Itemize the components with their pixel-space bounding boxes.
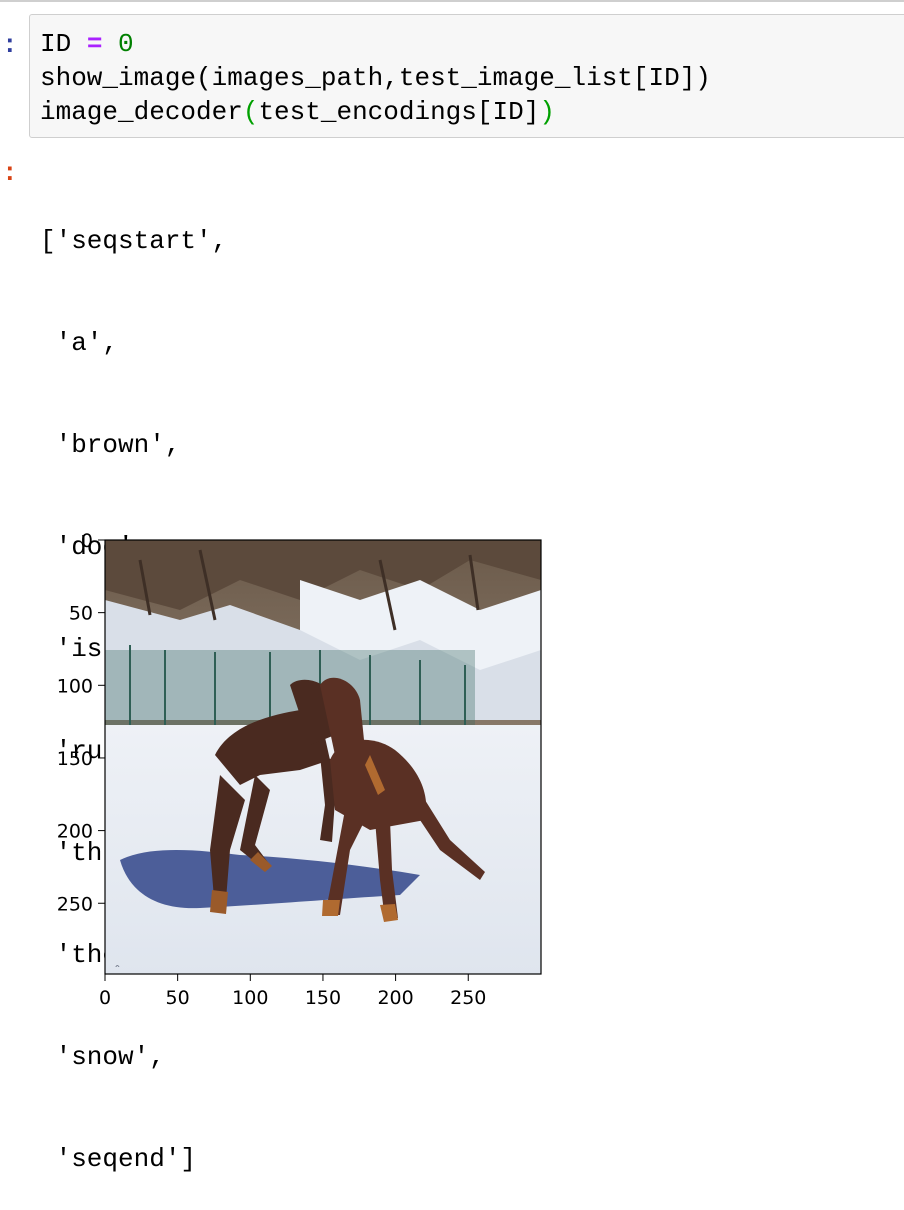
x-tick-label: 50 [166, 987, 190, 1009]
y-tick-label: 150 [57, 748, 93, 770]
x-tick-label: 200 [377, 987, 413, 1009]
y-tick-label: 50 [69, 603, 93, 625]
notebook-top-border [0, 0, 904, 2]
x-axis: 0 50 100 150 200 250 [99, 974, 486, 1009]
y-tick-label: 250 [57, 893, 93, 915]
code-line-3: image_decoder(test_encodings[ID]) [40, 97, 555, 127]
plot-image: ꞈ [105, 540, 541, 974]
code-editor[interactable]: ID = 0 show_image(images_path,test_image… [40, 27, 711, 129]
y-tick-label: 100 [57, 675, 93, 697]
x-tick-label: 150 [305, 987, 341, 1009]
code-line-2: show_image(images_path,test_image_list[I… [40, 63, 711, 93]
output-prompt: : [2, 158, 18, 188]
x-tick-label: 100 [232, 987, 268, 1009]
svg-text:ꞈ: ꞈ [115, 952, 120, 968]
input-prompt: : [2, 30, 18, 60]
output-line: ['seqstart', [40, 226, 228, 256]
matplotlib-figure: ꞈ 0 50 100 150 200 250 0 50 100 150 200 250 [57, 530, 542, 1009]
y-tick-label: 200 [57, 821, 93, 843]
x-tick-label: 250 [450, 987, 486, 1009]
y-tick-label: 0 [81, 530, 93, 552]
output-line: 'brown', [40, 430, 181, 460]
output-line: 'seqend'] [40, 1144, 197, 1174]
code-input-cell[interactable]: ID = 0 show_image(images_path,test_image… [29, 14, 904, 138]
code-line-1: ID = 0 [40, 29, 134, 59]
output-line: 'snow', [40, 1042, 165, 1072]
x-tick-label: 0 [99, 987, 111, 1009]
y-axis: 0 50 100 150 200 250 [57, 530, 105, 915]
output-line: 'a', [40, 328, 119, 358]
